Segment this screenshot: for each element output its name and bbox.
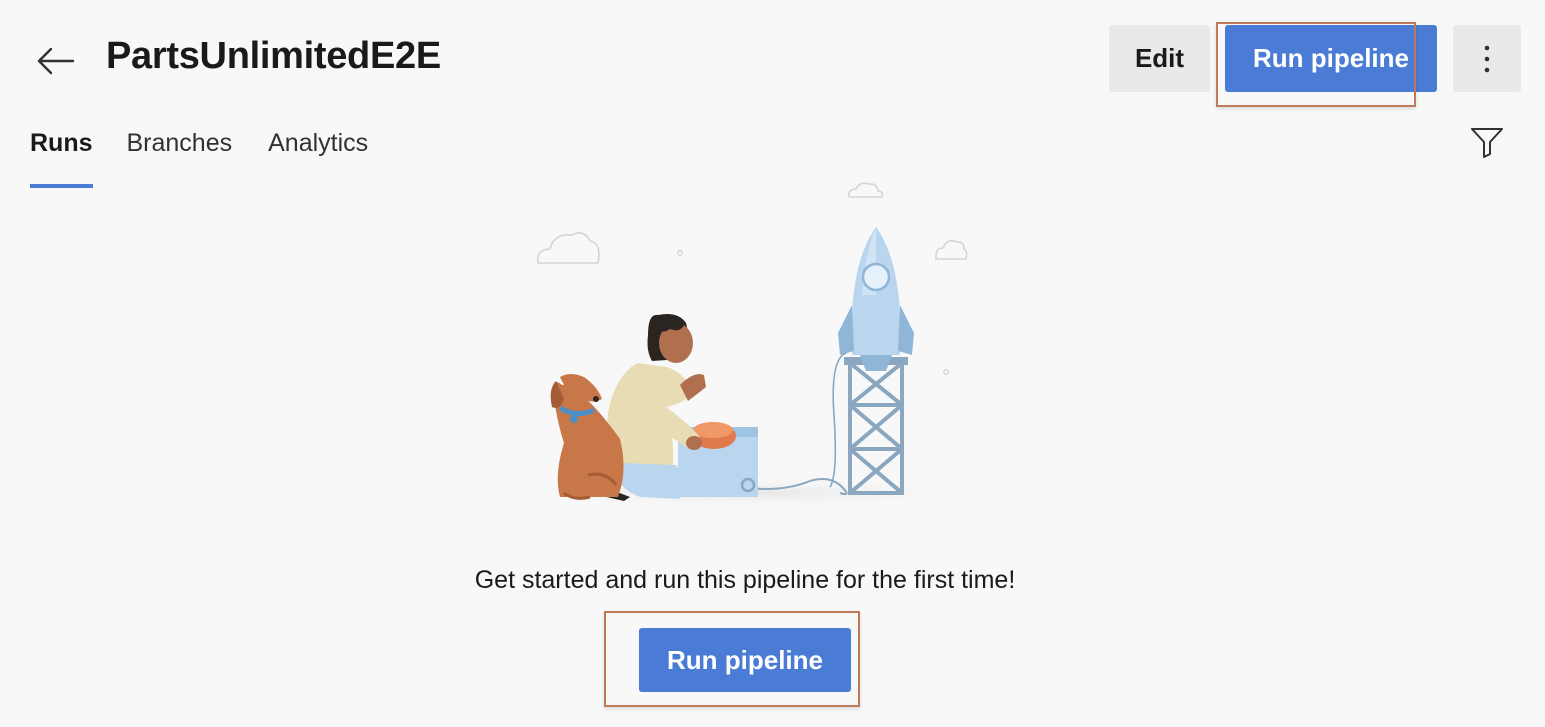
tab-analytics[interactable]: Analytics — [268, 124, 368, 188]
empty-state-illustration — [480, 175, 1020, 510]
tab-bar: Runs Branches Analytics — [30, 124, 368, 188]
more-vertical-icon — [1484, 45, 1490, 72]
more-actions-button[interactable] — [1453, 25, 1521, 92]
back-button[interactable] — [30, 36, 80, 86]
edit-button[interactable]: Edit — [1109, 25, 1210, 92]
filter-icon — [1471, 128, 1503, 158]
arrow-left-icon — [37, 47, 75, 75]
filter-button[interactable] — [1466, 124, 1508, 160]
run-pipeline-button-primary[interactable]: Run pipeline — [639, 628, 851, 692]
run-pipeline-button[interactable]: Run pipeline — [1225, 25, 1437, 92]
tab-runs[interactable]: Runs — [30, 124, 93, 188]
tab-branches[interactable]: Branches — [127, 124, 233, 188]
empty-state-message: Get started and run this pipeline for th… — [474, 566, 1016, 594]
page-title: PartsUnlimitedE2E — [106, 35, 441, 77]
